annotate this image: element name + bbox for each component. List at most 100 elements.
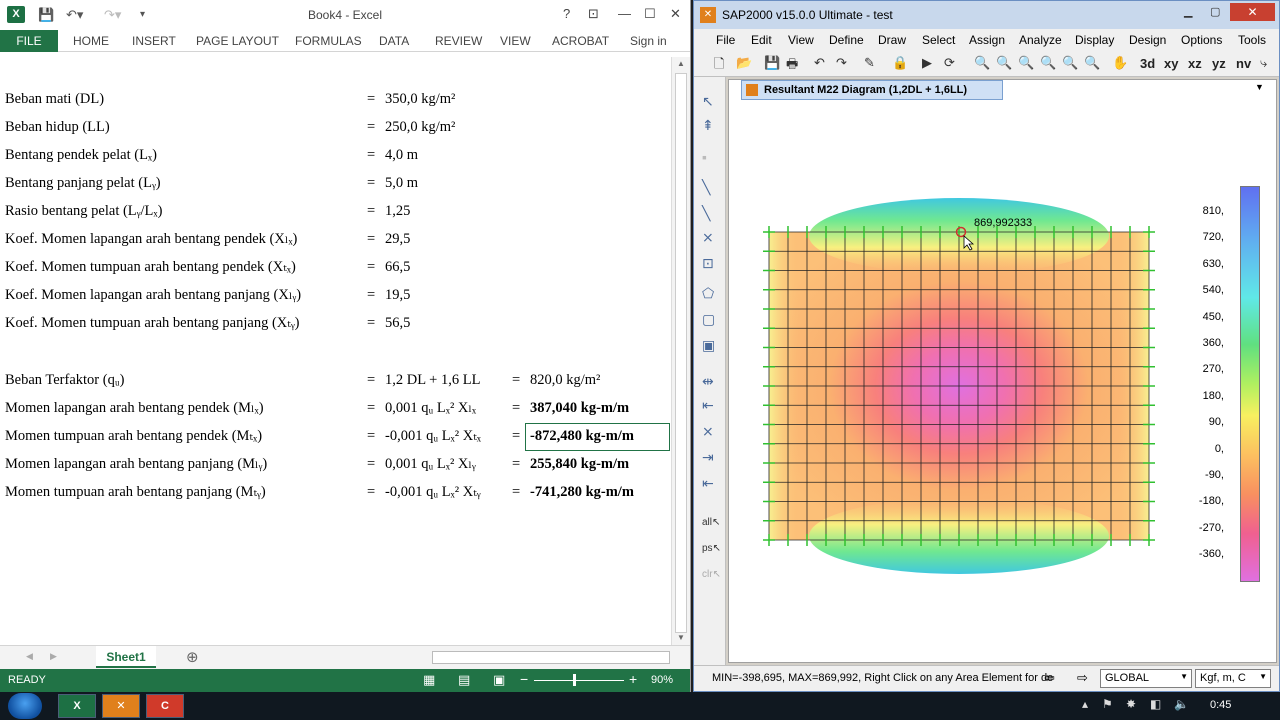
print-icon[interactable]: 🖶 xyxy=(786,55,798,77)
menu-file[interactable]: File xyxy=(716,33,735,47)
worksheet-grid[interactable]: Beban mati (DL) = 350,0 kg/m² Beban hidup … xyxy=(0,57,671,645)
scroll-down-icon[interactable]: ▼ xyxy=(677,633,685,642)
draw-dimension-icon[interactable]: ⇤ xyxy=(702,475,714,492)
quick-draw-area-icon[interactable]: ▣ xyxy=(702,337,715,354)
run-icon[interactable]: ▶ xyxy=(922,55,932,71)
draw-frame-icon[interactable]: ╲ xyxy=(702,179,710,196)
menu-select[interactable]: Select xyxy=(922,33,955,47)
draw-rect-area-icon[interactable]: ▢ xyxy=(702,311,715,328)
normal-view-icon[interactable]: ▦ xyxy=(423,672,435,688)
zoom-in-icon[interactable]: 🔍 xyxy=(1040,55,1056,71)
menu-display[interactable]: Display xyxy=(1075,33,1114,47)
tab-data[interactable]: DATA xyxy=(379,34,409,48)
ribbon-display-icon[interactable]: ⊡ xyxy=(588,6,599,22)
minimize-icon[interactable]: ▁ xyxy=(1184,5,1192,18)
volume-icon[interactable]: ◧ xyxy=(1150,697,1161,711)
taskbar-excel-icon[interactable]: X xyxy=(58,694,96,718)
draw-section-cut-icon[interactable]: ⇤ xyxy=(702,397,714,414)
sign-in-link[interactable]: Sign in xyxy=(630,34,667,48)
reshape-icon[interactable]: ⇞ xyxy=(702,117,714,134)
maximize-icon[interactable]: ☐ xyxy=(644,6,656,22)
draw-poly-area-icon[interactable]: ⬠ xyxy=(702,285,714,302)
tab-file[interactable]: FILE xyxy=(0,30,58,52)
lock-icon[interactable]: 🔒 xyxy=(892,55,908,71)
zoom-slider[interactable] xyxy=(534,680,624,681)
coord-system-select[interactable]: GLOBAL ▼ xyxy=(1100,669,1192,688)
scroll-thumb[interactable] xyxy=(675,73,687,633)
scroll-up-icon[interactable]: ▲ xyxy=(677,59,685,68)
vertical-scrollbar[interactable]: ▲ ▼ xyxy=(671,57,690,645)
tab-formulas[interactable]: FORMULAS xyxy=(295,34,362,48)
next-sheet-icon[interactable]: ▶ xyxy=(50,651,57,662)
selected-cell[interactable] xyxy=(525,423,670,451)
quick-braces-icon[interactable]: ⨯ xyxy=(702,229,714,246)
taskbar-recorder-icon[interactable]: C xyxy=(146,694,184,718)
tab-insert[interactable]: INSERT xyxy=(132,34,176,48)
draw-tendon-icon[interactable]: ⇥ xyxy=(702,449,714,466)
rotate-icon[interactable]: ⟳ xyxy=(944,55,955,71)
undo-icon[interactable]: ↶ xyxy=(814,55,825,71)
view-title-tab[interactable]: Resultant M22 Diagram (1,2DL + 1,6LL) xyxy=(741,80,1003,100)
network-icon[interactable]: ✸ xyxy=(1126,697,1136,711)
zoom-full-icon[interactable]: 🔍 xyxy=(1018,55,1034,71)
page-break-icon[interactable]: ▣ xyxy=(493,672,505,688)
previous-select-icon[interactable]: ps↖ xyxy=(702,543,721,554)
view-dropdown-icon[interactable]: ▼ xyxy=(1255,82,1264,92)
help-icon[interactable]: ? xyxy=(563,6,570,21)
zoom-level[interactable]: 90% xyxy=(651,674,673,686)
menu-view[interactable]: View xyxy=(788,33,814,47)
pointer-icon[interactable]: ↖ xyxy=(702,93,714,110)
menu-define[interactable]: Define xyxy=(829,33,864,47)
zoom-slider-thumb[interactable] xyxy=(573,674,576,686)
draw-cable-icon[interactable]: ⨯ xyxy=(702,423,714,440)
toolbar-more-icon[interactable]: ⤷ xyxy=(1260,55,1267,71)
view-xz-button[interactable]: xz xyxy=(1188,56,1202,71)
action-center-icon[interactable]: ⚑ xyxy=(1102,697,1113,711)
sheet-tab-sheet1[interactable]: Sheet1 xyxy=(96,646,156,668)
zoom-step-icon[interactable]: 🔍 xyxy=(1084,55,1100,71)
taskbar-sap-icon[interactable]: ✕ xyxy=(102,694,140,718)
tab-acrobat[interactable]: ACROBAT xyxy=(552,34,609,48)
view-yz-button[interactable]: yz xyxy=(1212,56,1226,71)
new-model-icon[interactable]: 🗋 xyxy=(714,55,724,77)
close-icon[interactable]: ✕ xyxy=(670,6,681,22)
menu-assign[interactable]: Assign xyxy=(969,33,1005,47)
view-xy-button[interactable]: xy xyxy=(1164,56,1178,71)
draw-joint-icon[interactable]: ▪ xyxy=(702,149,707,165)
tab-page-layout[interactable]: PAGE LAYOUT xyxy=(196,34,279,48)
save-icon[interactable]: 💾 xyxy=(764,55,780,71)
zoom-out-icon[interactable]: 🔍 xyxy=(1062,55,1078,71)
units-select[interactable]: Kgf, m, C ▼ xyxy=(1195,669,1271,688)
tab-view[interactable]: VIEW xyxy=(500,34,531,48)
menu-analyze[interactable]: Analyze xyxy=(1019,33,1062,47)
menu-tools[interactable]: Tools xyxy=(1238,33,1266,47)
new-sheet-icon[interactable]: ⊕ xyxy=(186,648,199,666)
draw-special-icon[interactable]: ⊡ xyxy=(702,255,714,272)
tab-review[interactable]: REVIEW xyxy=(435,34,482,48)
horizontal-scrollbar[interactable] xyxy=(432,651,670,664)
pencil-icon[interactable]: ✎ xyxy=(864,55,875,71)
pan-icon[interactable]: ✋ xyxy=(1112,55,1128,71)
next-step-icon[interactable]: ⇨ xyxy=(1077,670,1088,686)
draw-link-icon[interactable]: ⇹ xyxy=(702,373,714,390)
speaker-icon[interactable]: 🔈 xyxy=(1174,697,1189,711)
select-all-icon[interactable]: all↖ xyxy=(702,517,720,528)
view-nv-button[interactable]: nv xyxy=(1236,56,1251,71)
3d-view-icon[interactable]: 3d xyxy=(1140,56,1155,71)
minimize-icon[interactable]: — xyxy=(618,6,631,21)
redo-icon[interactable]: ↷ xyxy=(836,55,847,71)
start-button[interactable] xyxy=(8,693,42,719)
m22-contour-diagram[interactable]: 869,992333 xyxy=(729,140,1276,660)
restore-icon[interactable]: ▢ xyxy=(1210,5,1220,18)
menu-design[interactable]: Design xyxy=(1129,33,1166,47)
zoom-restore-icon[interactable]: 🔍 xyxy=(996,55,1012,71)
page-layout-icon[interactable]: ▤ xyxy=(458,672,470,688)
zoom-out-icon[interactable]: − xyxy=(520,671,528,687)
zoom-in-icon[interactable]: + xyxy=(629,671,637,687)
close-icon[interactable]: ✕ xyxy=(1230,3,1275,21)
tab-home[interactable]: HOME xyxy=(73,34,109,48)
menu-edit[interactable]: Edit xyxy=(751,33,772,47)
clear-select-icon[interactable]: clr↖ xyxy=(702,569,721,580)
menu-draw[interactable]: Draw xyxy=(878,33,906,47)
model-view-pane[interactable]: Resultant M22 Diagram (1,2DL + 1,6LL) ▼ xyxy=(728,79,1277,663)
